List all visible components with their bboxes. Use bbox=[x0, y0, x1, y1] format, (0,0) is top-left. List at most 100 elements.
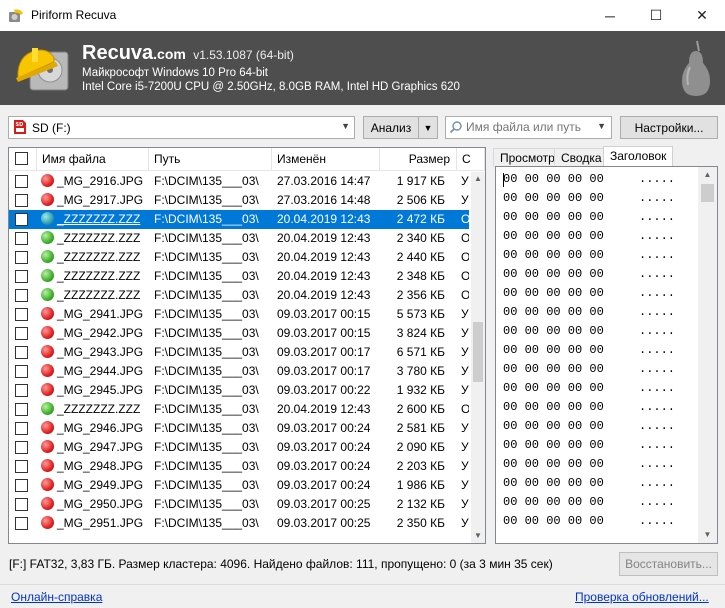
row-checkbox-cell[interactable] bbox=[15, 457, 31, 476]
file-name-cell: _ZZZZZZZ.ZZZ bbox=[41, 400, 149, 419]
hex-ascii: ..... bbox=[639, 210, 676, 224]
row-checkbox-cell[interactable] bbox=[15, 495, 31, 514]
scroll-down-icon[interactable]: ▼ bbox=[471, 529, 485, 543]
maximize-button[interactable]: ☐ bbox=[633, 0, 679, 31]
row-checkbox[interactable] bbox=[15, 327, 28, 340]
table-row[interactable]: _ZZZZZZZ.ZZZ F:\DCIM\135___03\ 20.04.2019 … bbox=[9, 267, 469, 286]
table-row[interactable]: _ZZZZZZZ.ZZZ F:\DCIM\135___03\ 20.04.2019 … bbox=[9, 286, 469, 305]
scrollbar-thumb[interactable] bbox=[473, 322, 483, 382]
row-checkbox[interactable] bbox=[15, 213, 28, 226]
table-row[interactable]: _ZZZZZZZ.ZZZ F:\DCIM\135___03\ 20.04.2019 … bbox=[9, 229, 469, 248]
file-name: _MG_2949.JPG bbox=[57, 478, 144, 492]
close-button[interactable]: ✕ bbox=[679, 0, 725, 31]
row-checkbox[interactable] bbox=[15, 365, 28, 378]
table-row[interactable]: _MG_2944.JPG F:\DCIM\135___03\ 09.03.2017 … bbox=[9, 362, 469, 381]
file-path: F:\DCIM\135___03\ bbox=[154, 193, 259, 207]
table-row[interactable]: _MG_2916.JPG F:\DCIM\135___03\ 27.03.2016 … bbox=[9, 172, 469, 191]
scan-button[interactable]: Анализ bbox=[363, 116, 419, 139]
table-row[interactable]: _ZZZZZZZ.ZZZ F:\DCIM\135___03\ 20.04.2019 … bbox=[9, 400, 469, 419]
row-checkbox[interactable] bbox=[15, 460, 28, 473]
filename-search[interactable]: ▼ bbox=[445, 116, 612, 139]
row-checkbox[interactable] bbox=[15, 289, 28, 302]
tab-header[interactable]: Заголовок bbox=[603, 146, 674, 167]
row-checkbox[interactable] bbox=[15, 403, 28, 416]
search-input[interactable] bbox=[466, 120, 591, 134]
minimize-button[interactable]: ─ bbox=[587, 0, 633, 31]
title-bar[interactable]: Piriform Recuva ─ ☐ ✕ bbox=[0, 0, 725, 31]
row-checkbox-cell[interactable] bbox=[15, 210, 31, 229]
table-row[interactable]: _MG_2951.JPG F:\DCIM\135___03\ 09.03.2017 … bbox=[9, 514, 469, 533]
row-checkbox[interactable] bbox=[15, 270, 28, 283]
row-checkbox-cell[interactable] bbox=[15, 324, 31, 343]
column-header-modified[interactable]: Изменён bbox=[272, 148, 380, 171]
file-size: 1 986 КБ bbox=[396, 478, 445, 492]
scroll-down-icon[interactable]: ▼ bbox=[698, 527, 717, 543]
file-name: _ZZZZZZZ.ZZZ bbox=[57, 231, 141, 245]
row-checkbox[interactable] bbox=[15, 441, 28, 454]
row-checkbox-cell[interactable] bbox=[15, 362, 31, 381]
row-checkbox-cell[interactable] bbox=[15, 191, 31, 210]
scroll-up-icon[interactable]: ▲ bbox=[698, 167, 717, 183]
hex-view[interactable]: 00 00 00 00 00..... 00 00 00 00 00..... 00… bbox=[495, 166, 718, 544]
table-row[interactable]: _MG_2943.JPG F:\DCIM\135___03\ 09.03.2017 … bbox=[9, 343, 469, 362]
tab-preview[interactable]: Просмотр bbox=[493, 148, 562, 167]
select-all-checkbox[interactable] bbox=[15, 152, 28, 165]
row-checkbox-cell[interactable] bbox=[15, 248, 31, 267]
tab-summary[interactable]: Сводка bbox=[554, 148, 609, 167]
restore-button[interactable]: Восстановить... bbox=[619, 552, 718, 576]
table-row[interactable]: _MG_2946.JPG F:\DCIM\135___03\ 09.03.2017 … bbox=[9, 419, 469, 438]
scroll-up-icon[interactable]: ▲ bbox=[471, 172, 485, 186]
row-checkbox[interactable] bbox=[15, 308, 28, 321]
row-checkbox[interactable] bbox=[15, 422, 28, 435]
table-row[interactable]: _MG_2948.JPG F:\DCIM\135___03\ 09.03.2017 … bbox=[9, 457, 469, 476]
table-row[interactable]: _MG_2950.JPG F:\DCIM\135___03\ 09.03.2017 … bbox=[9, 495, 469, 514]
scrollbar-thumb[interactable] bbox=[701, 184, 714, 202]
scan-dropdown-button[interactable]: ▼ bbox=[418, 116, 438, 139]
row-checkbox-cell[interactable] bbox=[15, 514, 31, 533]
row-checkbox-cell[interactable] bbox=[15, 381, 31, 400]
table-row[interactable]: _MG_2949.JPG F:\DCIM\135___03\ 09.03.2017 … bbox=[9, 476, 469, 495]
table-row[interactable]: _ZZZZZZZ.ZZZ F:\DCIM\135___03\ 20.04.2019 … bbox=[9, 248, 469, 267]
online-help-link[interactable]: Онлайн-справка bbox=[11, 590, 102, 604]
select-all-column[interactable] bbox=[9, 148, 37, 171]
row-checkbox[interactable] bbox=[15, 251, 28, 264]
column-header-size[interactable]: Размер bbox=[380, 148, 457, 171]
chevron-down-icon[interactable]: ▼ bbox=[597, 121, 606, 131]
hex-view-scrollbar[interactable]: ▲ ▼ bbox=[698, 167, 717, 543]
row-checkbox[interactable] bbox=[15, 175, 28, 188]
table-row[interactable]: _MG_2917.JPG F:\DCIM\135___03\ 27.03.2016 … bbox=[9, 191, 469, 210]
row-checkbox[interactable] bbox=[15, 479, 28, 492]
row-checkbox[interactable] bbox=[15, 517, 28, 530]
row-checkbox-cell[interactable] bbox=[15, 438, 31, 457]
file-list-scrollbar[interactable]: ▲ ▼ bbox=[471, 172, 485, 543]
table-row[interactable]: _MG_2941.JPG F:\DCIM\135___03\ 09.03.2017 … bbox=[9, 305, 469, 324]
check-updates-link[interactable]: Проверка обновлений... bbox=[575, 590, 709, 604]
row-checkbox-cell[interactable] bbox=[15, 343, 31, 362]
row-checkbox[interactable] bbox=[15, 346, 28, 359]
file-name-cell: _MG_2942.JPG bbox=[41, 324, 149, 343]
table-row[interactable]: _MG_2945.JPG F:\DCIM\135___03\ 09.03.2017 … bbox=[9, 381, 469, 400]
row-checkbox-cell[interactable] bbox=[15, 229, 31, 248]
row-checkbox[interactable] bbox=[15, 232, 28, 245]
column-header-name[interactable]: Имя файла bbox=[37, 148, 149, 171]
drive-select[interactable]: SD SD (F:) ▼ bbox=[8, 116, 355, 139]
file-modified: 09.03.2017 00:25 bbox=[277, 497, 371, 511]
row-checkbox-cell[interactable] bbox=[15, 172, 31, 191]
settings-button[interactable]: Настройки... bbox=[620, 116, 718, 139]
table-row[interactable]: _ZZZZZZZ.ZZZ F:\DCIM\135___03\ 20.04.2019 … bbox=[9, 210, 469, 229]
table-row[interactable]: _MG_2947.JPG F:\DCIM\135___03\ 09.03.2017 … bbox=[9, 438, 469, 457]
column-header-state[interactable]: С bbox=[457, 148, 485, 171]
table-row[interactable]: _MG_2942.JPG F:\DCIM\135___03\ 09.03.2017 … bbox=[9, 324, 469, 343]
file-list[interactable]: Имя файла Путь Изменён Размер С _MG_2916… bbox=[8, 147, 486, 544]
row-checkbox-cell[interactable] bbox=[15, 400, 31, 419]
row-checkbox-cell[interactable] bbox=[15, 476, 31, 495]
row-checkbox[interactable] bbox=[15, 384, 28, 397]
row-checkbox[interactable] bbox=[15, 194, 28, 207]
column-header-path[interactable]: Путь bbox=[149, 148, 272, 171]
row-checkbox-cell[interactable] bbox=[15, 305, 31, 324]
row-checkbox-cell[interactable] bbox=[15, 267, 31, 286]
row-checkbox-cell[interactable] bbox=[15, 286, 31, 305]
row-checkbox[interactable] bbox=[15, 498, 28, 511]
row-checkbox-cell[interactable] bbox=[15, 419, 31, 438]
file-path: F:\DCIM\135___03\ bbox=[154, 440, 259, 454]
